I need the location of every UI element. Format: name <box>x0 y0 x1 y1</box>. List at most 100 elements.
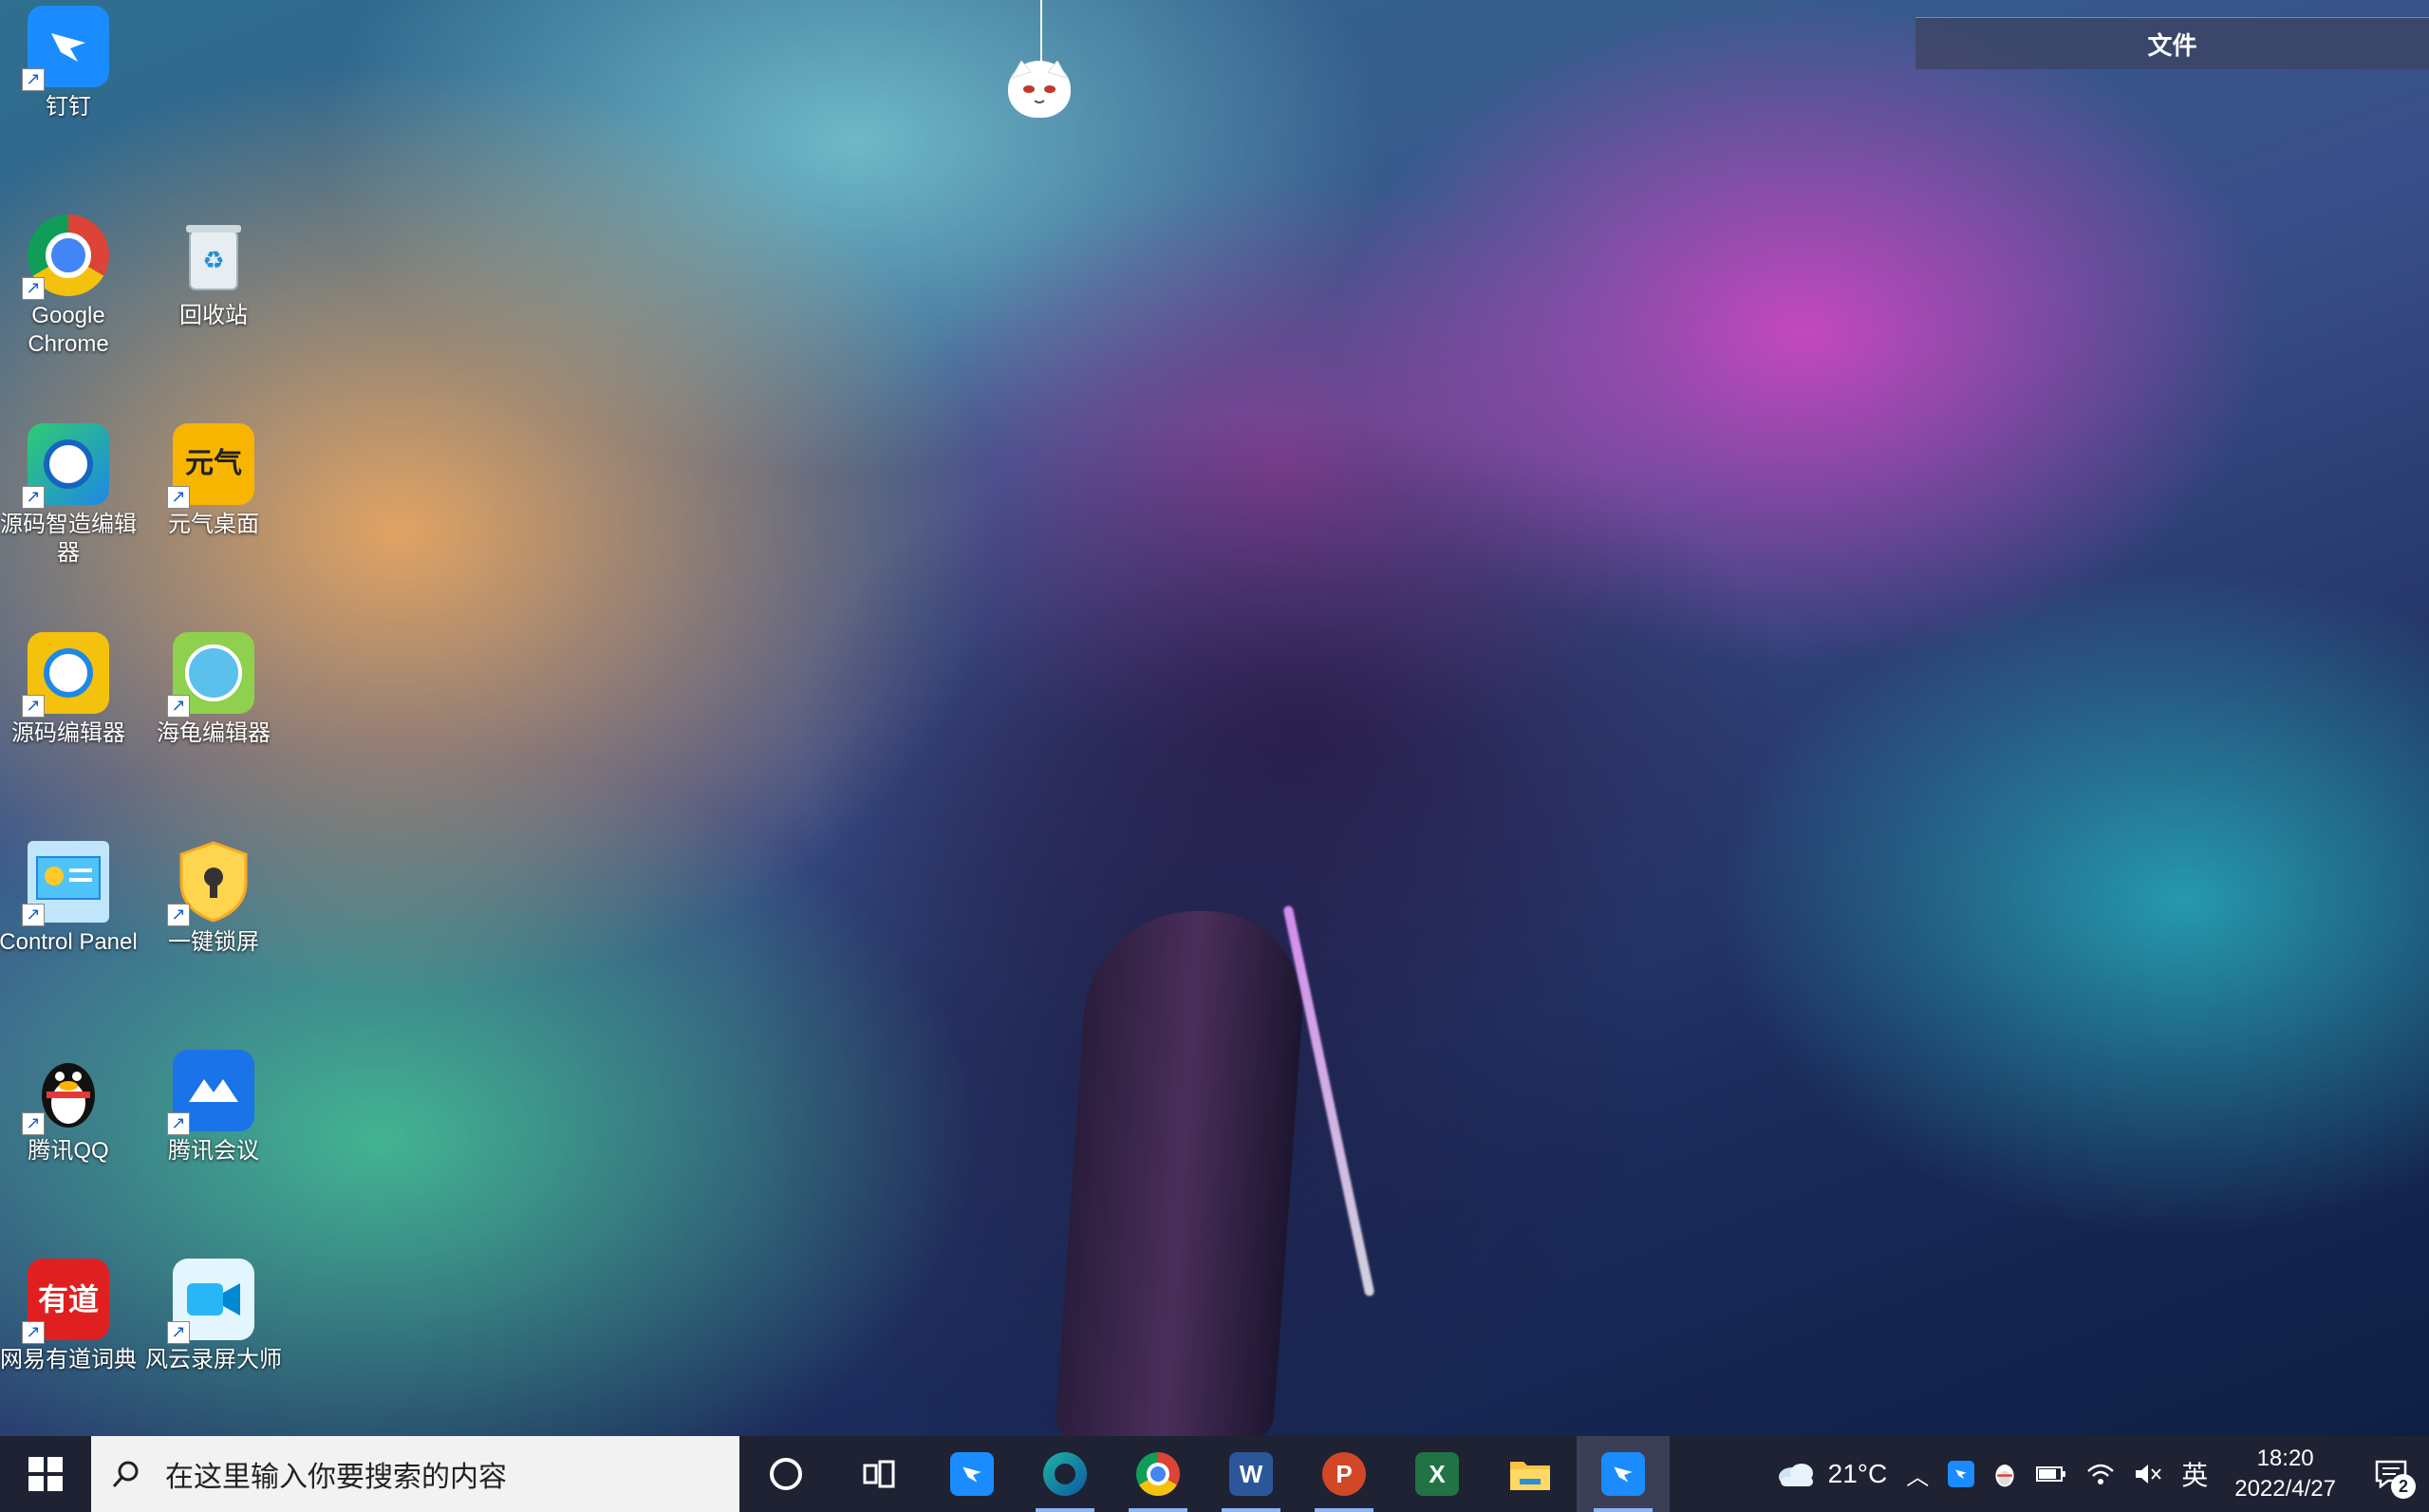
start-button[interactable] <box>0 1436 91 1512</box>
desktop-icon-label: Google Chrome <box>28 303 109 357</box>
qq-penguin-icon <box>1995 1465 2014 1487</box>
taskbar-chrome[interactable] <box>1112 1436 1205 1512</box>
taskbar-file-explorer[interactable] <box>1484 1436 1577 1512</box>
clock[interactable]: 18:20 2022/4/27 <box>2217 1444 2353 1504</box>
search-placeholder: 在这里输入你要搜索的内容 <box>165 1462 507 1493</box>
chrome-icon: ↗ <box>22 215 109 300</box>
dingtalk-icon <box>950 1452 994 1496</box>
lock-screen-icon: ↗ <box>167 841 254 926</box>
shortcut-arrow-icon: ↗ <box>22 1112 45 1135</box>
shortcut-arrow-icon: ↗ <box>167 904 190 926</box>
desktop-icon-label: 回收站 <box>179 303 248 328</box>
desktop-icon-label: 源码智造编辑器 <box>0 512 137 566</box>
weather-temp: 21°C <box>1827 1459 1888 1488</box>
word-icon: W <box>1229 1452 1273 1496</box>
desktop-icon-dingtalk[interactable]: ↗ 钉钉 <box>0 6 140 121</box>
desktop-icon-label: 风云录屏大师 <box>145 1347 282 1372</box>
desktop-icon-youdao[interactable]: 有道 ↗ 网易有道词典 <box>0 1259 140 1374</box>
system-tray: 21°C ︿ 英 18:20 2022/4/27 2 <box>1766 1436 2429 1512</box>
desktop-icon-label: 元气桌面 <box>168 512 259 537</box>
action-center-button[interactable]: 2 <box>2353 1436 2429 1512</box>
tencent-meeting-icon: ↗ <box>167 1050 254 1135</box>
chevron-up-icon: ︿ <box>1906 1464 1930 1490</box>
dingtalk-icon <box>1948 1461 1975 1487</box>
shortcut-arrow-icon: ↗ <box>22 486 45 509</box>
control-panel-icon: ↗ <box>22 841 109 926</box>
hanging-cat-widget[interactable] <box>1008 0 1074 123</box>
desktop-icon-label: 腾讯QQ <box>28 1138 109 1164</box>
cortana-circle-icon <box>770 1458 802 1490</box>
shortcut-arrow-icon: ↗ <box>167 1112 190 1135</box>
desktop-icon-label: 钉钉 <box>46 94 91 120</box>
desktop-icon-control-panel[interactable]: ↗ Control Panel <box>0 841 140 957</box>
weather-widget[interactable]: 21°C <box>1766 1436 1897 1512</box>
task-view-button[interactable] <box>832 1436 925 1512</box>
youdao-icon: 有道 ↗ <box>22 1259 109 1344</box>
desktop-icon-label: Control Panel <box>0 929 138 955</box>
input-language-indicator[interactable]: 英 <box>2172 1436 2217 1512</box>
recycle-bin-icon: ♻ <box>173 215 254 296</box>
qq-penguin-icon: ↗ <box>22 1050 109 1135</box>
shortcut-arrow-icon: ↗ <box>167 695 190 718</box>
input-language-label: 英 <box>2181 1461 2209 1490</box>
network-status[interactable] <box>2077 1436 2124 1512</box>
taskbar-dingtalk[interactable] <box>925 1436 1018 1512</box>
tray-dingtalk[interactable] <box>1938 1436 1984 1512</box>
powerpoint-icon: P <box>1322 1452 1366 1496</box>
dingtalk-icon <box>1601 1452 1645 1496</box>
volume-control[interactable] <box>2124 1436 2172 1512</box>
folder-icon <box>1510 1462 1550 1490</box>
screen-recorder-icon: ↗ <box>167 1259 254 1344</box>
desktop-icon-lock-screen[interactable]: ↗ 一键锁屏 <box>142 841 285 957</box>
shortcut-arrow-icon: ↗ <box>22 695 45 718</box>
battery-status[interactable] <box>2026 1436 2077 1512</box>
desktop-icon-code-creator[interactable]: ↗ 源码智造编辑器 <box>0 423 140 568</box>
cloud-icon <box>1778 1464 1813 1486</box>
search-icon <box>112 1461 139 1487</box>
cortana-button[interactable] <box>739 1436 832 1512</box>
task-view-icon <box>863 1460 895 1488</box>
yuanqi-icon: 元气 ↗ <box>167 423 254 509</box>
desktop-icon-label: 一键锁屏 <box>168 929 259 955</box>
notification-count-badge: 2 <box>2391 1474 2416 1499</box>
desktop-icon-code-editor[interactable]: ↗ 源码编辑器 <box>0 632 140 748</box>
shortcut-arrow-icon: ↗ <box>22 904 45 926</box>
desktop-icon-chrome[interactable]: ↗ Google Chrome <box>0 215 140 359</box>
clock-time: 18:20 <box>2256 1446 2314 1471</box>
taskbar: 在这里输入你要搜索的内容 W P X 21°C ︿ 英 18:20 2022/4… <box>0 1436 2429 1512</box>
desktop-icon-screen-recorder[interactable]: ↗ 风云录屏大师 <box>142 1259 285 1374</box>
taskbar-search-box[interactable]: 在这里输入你要搜索的内容 <box>91 1436 739 1512</box>
code-editor-icon: ↗ <box>22 632 109 718</box>
battery-icon <box>2036 1466 2066 1482</box>
shortcut-arrow-icon: ↗ <box>167 1321 190 1344</box>
chrome-icon <box>1136 1452 1180 1496</box>
file-panel-label: 文件 <box>2147 30 2197 60</box>
taskbar-powerpoint[interactable]: P <box>1298 1436 1391 1512</box>
volume-muted-icon <box>2136 1465 2161 1484</box>
desktop-icon-qq[interactable]: ↗ 腾讯QQ <box>0 1050 140 1166</box>
shortcut-arrow-icon: ↗ <box>22 277 45 300</box>
edge-icon <box>1043 1452 1087 1496</box>
file-panel-header[interactable]: 文件 <box>1915 17 2429 69</box>
taskbar-dingtalk-running[interactable] <box>1577 1436 1670 1512</box>
desktop-icon-yuanqi[interactable]: 元气 ↗ 元气桌面 <box>142 423 285 539</box>
wallpaper-tree-trunk <box>1054 911 1310 1436</box>
windows-logo-icon <box>28 1457 63 1491</box>
svg-text:♻: ♻ <box>202 246 224 274</box>
taskbar-excel[interactable]: X <box>1391 1436 1484 1512</box>
code-creator-icon: ↗ <box>22 423 109 509</box>
shortcut-arrow-icon: ↗ <box>167 486 190 509</box>
desktop-icon-label: 腾讯会议 <box>168 1138 259 1164</box>
show-hidden-icons-button[interactable]: ︿ <box>1896 1436 1938 1512</box>
taskbar-word[interactable]: W <box>1205 1436 1298 1512</box>
taskbar-edge[interactable] <box>1018 1436 1112 1512</box>
shortcut-arrow-icon: ↗ <box>22 68 45 91</box>
tray-qq[interactable] <box>1984 1436 2026 1512</box>
desktop-icon-tencent-meeting[interactable]: ↗ 腾讯会议 <box>142 1050 285 1166</box>
desktop-icon-label: 源码编辑器 <box>11 720 125 746</box>
shortcut-arrow-icon: ↗ <box>22 1321 45 1344</box>
cat-face-icon <box>1008 60 1071 118</box>
desktop-icon-turtle-editor[interactable]: ↗ 海龟编辑器 <box>142 632 285 748</box>
dingtalk-icon: ↗ <box>22 6 109 91</box>
desktop-icon-recycle-bin[interactable]: ♻ 回收站 <box>142 215 285 330</box>
